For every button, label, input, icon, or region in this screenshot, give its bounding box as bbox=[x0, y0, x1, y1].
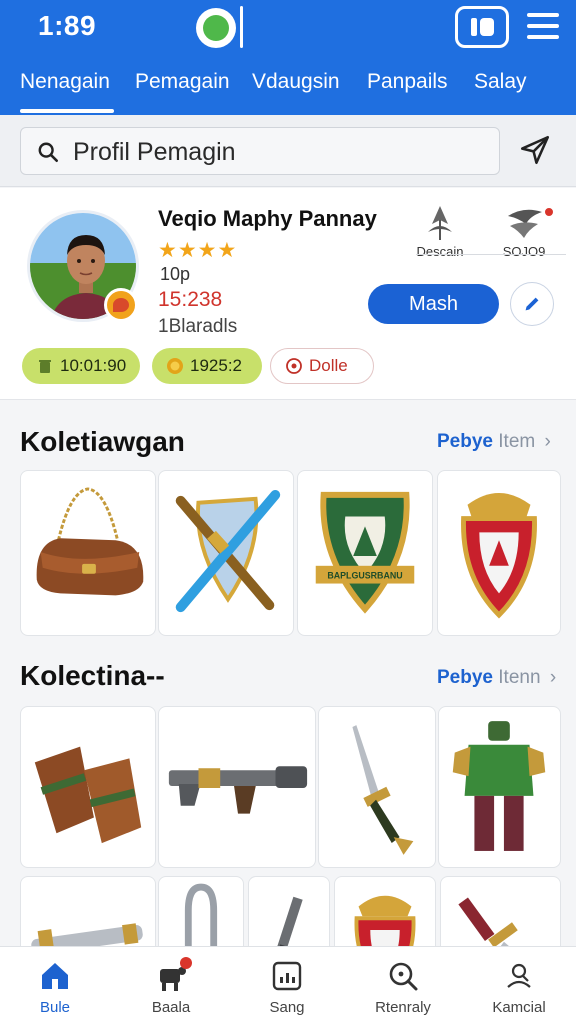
record-toggle-button[interactable] bbox=[455, 6, 509, 48]
item-card[interactable] bbox=[437, 470, 561, 636]
item-card[interactable] bbox=[438, 706, 561, 868]
item-card[interactable] bbox=[20, 706, 156, 868]
profile-icon bbox=[507, 963, 531, 988]
emblem-label: SOJO9 bbox=[502, 244, 546, 259]
collection-section-2: Kolectina-‐ Pebye Itenn › bbox=[0, 650, 576, 946]
crest-caption: BAPLGUSRBANU bbox=[327, 571, 402, 581]
item-card[interactable] bbox=[440, 876, 561, 946]
see-more-link[interactable]: Pebye Itenn › bbox=[437, 667, 556, 689]
dagger-icon bbox=[352, 725, 414, 855]
collection-section-1: Koletiawgan Pebye Item › BAPLGUSRBANU bbox=[0, 400, 576, 650]
leaf-emblem-icon bbox=[428, 206, 452, 240]
player-subtitle: 1Blaradls bbox=[158, 316, 238, 337]
edit-button[interactable] bbox=[510, 282, 554, 326]
tab-panpails[interactable]: Panpails bbox=[367, 70, 448, 94]
search-icon bbox=[38, 142, 58, 162]
player-name: Veqio Maphy Pannay bbox=[158, 206, 377, 231]
see-more-link[interactable]: Pebye Item › bbox=[437, 431, 551, 453]
link-secondary: Item bbox=[498, 431, 536, 452]
item-card[interactable] bbox=[20, 470, 156, 636]
status-time: 1:89 bbox=[38, 10, 97, 41]
player-score: 15:238 bbox=[158, 288, 223, 311]
stats-icon bbox=[272, 961, 302, 991]
nav-item-kamcial[interactable]: Kamcial bbox=[464, 955, 574, 1021]
app-logo-icon[interactable] bbox=[196, 8, 236, 48]
item-card[interactable] bbox=[158, 706, 316, 868]
pencil-icon bbox=[525, 297, 539, 311]
emblem-descain[interactable]: Descain bbox=[400, 202, 480, 262]
search-input[interactable] bbox=[73, 138, 473, 167]
mash-button[interactable]: Mash bbox=[368, 284, 499, 324]
item-card[interactable]: BAPLGUSRBANU bbox=[297, 470, 433, 636]
chip-timer[interactable]: 10:01:90 bbox=[22, 348, 140, 384]
nav-label: Sang bbox=[269, 999, 305, 1016]
item-card[interactable] bbox=[334, 876, 436, 946]
nav-item-rtenraly[interactable]: Rtenraly bbox=[348, 955, 458, 1021]
rating-stars: ★★★★ bbox=[158, 239, 238, 262]
notification-dot bbox=[180, 957, 192, 969]
nav-item-sang[interactable]: Sang bbox=[232, 955, 342, 1021]
chip-coins[interactable]: 1925:2 bbox=[152, 348, 262, 384]
item-card[interactable] bbox=[158, 876, 244, 946]
alert-circle-icon bbox=[286, 358, 302, 374]
bottom-navigation: Bule Baala Sang Rtenraly Kamcial bbox=[0, 946, 576, 1024]
send-icon[interactable] bbox=[518, 133, 552, 167]
tab-bar: Nenagain Pemagain Vdaugsin Panpails Sala… bbox=[0, 62, 576, 115]
notification-dot bbox=[543, 206, 555, 218]
home-icon bbox=[42, 963, 68, 989]
nav-label: Baala bbox=[151, 999, 191, 1016]
leather-bag-icon bbox=[36, 487, 144, 596]
tab-pemagain[interactable]: Pemagain bbox=[135, 70, 230, 94]
chip-label: Dolle bbox=[309, 356, 348, 375]
chevron-right-icon: › bbox=[549, 667, 557, 688]
emblem-label: Descain bbox=[416, 244, 464, 259]
tab-salay[interactable]: Salay bbox=[474, 70, 527, 94]
link-primary: Pebye bbox=[437, 667, 493, 688]
divider bbox=[416, 254, 566, 255]
status-row: 1:89 bbox=[0, 0, 576, 56]
nav-label: Bule bbox=[39, 999, 71, 1016]
green-armor-icon bbox=[452, 721, 546, 851]
item-card[interactable] bbox=[158, 470, 294, 636]
top-app-bar: 1:89 Nenagain Pemagain Vdaugsin Panpails… bbox=[0, 0, 576, 115]
scroll-tube-icon bbox=[31, 923, 143, 946]
green-crest-shield-icon: BAPLGUSRBANU bbox=[315, 491, 415, 614]
crowned-shield-icon bbox=[354, 895, 416, 946]
divider bbox=[240, 6, 243, 48]
avatar-badge-icon bbox=[104, 288, 138, 322]
nav-item-baala[interactable]: Baala bbox=[116, 955, 226, 1021]
search-area bbox=[0, 115, 576, 187]
nav-label: Rtenraly bbox=[375, 999, 431, 1016]
section-title: Koletiawgan bbox=[20, 426, 185, 457]
item-card[interactable] bbox=[248, 876, 330, 946]
player-level: 10p bbox=[160, 264, 191, 284]
tab-vdaugsin[interactable]: Vdaugsin bbox=[252, 70, 340, 94]
crossed-weapons-shield-icon bbox=[175, 489, 281, 613]
hamburger-menu-icon[interactable] bbox=[527, 13, 559, 39]
chevron-right-icon: › bbox=[544, 431, 551, 452]
red-sword-icon bbox=[458, 897, 518, 946]
metal-loop-icon bbox=[184, 883, 218, 946]
link-secondary: Itenn bbox=[498, 667, 541, 688]
nav-item-bule[interactable]: Bule bbox=[0, 955, 110, 1021]
profile-card: Veqio Maphy Pannay ★★★★ 10p 15:238 1Blar… bbox=[0, 188, 576, 400]
tab-nenagain[interactable]: Nenagain bbox=[20, 70, 110, 94]
spike-tool-icon bbox=[272, 896, 303, 946]
search-box[interactable] bbox=[20, 127, 500, 175]
trash-icon bbox=[39, 360, 51, 373]
leather-gauntlets-icon bbox=[34, 746, 142, 844]
crowned-red-shield-icon bbox=[461, 492, 537, 619]
rifle-icon bbox=[168, 766, 308, 814]
section-title: Kolectina-‐ bbox=[20, 660, 165, 691]
link-primary: Pebye bbox=[437, 431, 493, 452]
item-card[interactable] bbox=[318, 706, 436, 868]
coin-icon bbox=[167, 358, 183, 374]
nav-label: Kamcial bbox=[492, 999, 546, 1016]
search-icon bbox=[389, 962, 418, 991]
item-card[interactable] bbox=[20, 876, 156, 946]
chip-label: 1925:2 bbox=[190, 356, 242, 375]
active-tab-indicator bbox=[20, 109, 114, 113]
chip-label: 10:01:90 bbox=[60, 356, 127, 375]
chip-dolle[interactable]: Dolle bbox=[270, 348, 374, 384]
